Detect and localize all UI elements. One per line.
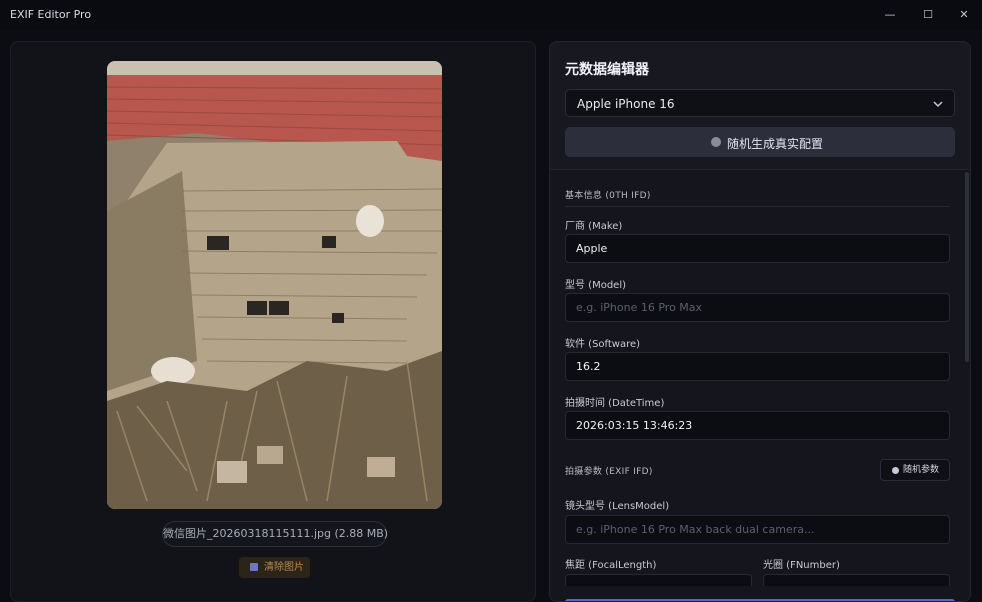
random-params-button[interactable]: 随机参数 — [880, 459, 950, 481]
section-title-basic: 基本信息 (0TH IFD) — [565, 191, 651, 201]
scrollbar[interactable] — [965, 172, 969, 362]
software-input[interactable]: 16.2 — [565, 352, 950, 381]
section-title-capture: 拍摄参数 (EXIF IFD) — [565, 467, 653, 477]
minimize-icon[interactable]: — — [880, 5, 900, 25]
random-config-label: 随机生成真实配置 — [727, 137, 824, 151]
editor-title: 元数据编辑器 — [565, 62, 649, 78]
model-input[interactable]: e.g. iPhone 16 Pro Max — [565, 293, 950, 322]
random-config-button[interactable]: 随机生成真实配置 — [565, 127, 955, 157]
focal-length-label: 焦距 (FocalLength) — [565, 560, 657, 571]
lens-model-input[interactable]: e.g. iPhone 16 Pro Max back dual camera.… — [565, 515, 950, 544]
dice-icon — [892, 467, 899, 474]
close-icon[interactable]: ✕ — [954, 5, 974, 25]
filename-label: 微信图片_20260318115111.jpg (2.88 MB) — [162, 521, 388, 547]
title-bar: EXIF Editor Pro — ☐ ✕ — [0, 0, 982, 30]
software-label: 软件 (Software) — [565, 339, 641, 350]
device-select[interactable]: Apple iPhone 16 — [565, 89, 955, 117]
stop-icon — [250, 563, 258, 571]
editor-panel: 元数据编辑器 Apple iPhone 16 随机生成真实配置 基本信息 (0T… — [549, 41, 971, 602]
make-input[interactable]: Apple — [565, 234, 950, 263]
preview-panel: 微信图片_20260318115111.jpg (2.88 MB) 清除图片 — [10, 41, 536, 602]
photo-preview — [107, 61, 442, 509]
make-label: 厂商 (Make) — [565, 221, 623, 232]
clear-image-button[interactable]: 清除图片 — [239, 557, 310, 578]
photo-image — [107, 61, 442, 509]
fnumber-label: 光圈 (FNumber) — [763, 560, 840, 571]
section-divider — [565, 206, 950, 207]
lens-model-label: 镜头型号 (LensModel) — [565, 501, 670, 512]
focal-length-input[interactable] — [565, 574, 752, 586]
maximize-icon[interactable]: ☐ — [918, 5, 938, 25]
clear-image-label: 清除图片 — [264, 562, 304, 573]
datetime-input[interactable]: 2026:03:15 13:46:23 — [565, 411, 950, 440]
random-params-label: 随机参数 — [903, 465, 940, 475]
chevron-down-icon — [933, 101, 943, 108]
model-label: 型号 (Model) — [565, 280, 627, 291]
device-select-value: Apple iPhone 16 — [577, 97, 675, 111]
datetime-label: 拍摄时间 (DateTime) — [565, 398, 665, 409]
fnumber-input[interactable] — [763, 574, 950, 586]
app-title: EXIF Editor Pro — [10, 8, 92, 21]
dice-icon — [711, 137, 721, 147]
fields-scroll-area[interactable]: 基本信息 (0TH IFD) 厂商 (Make) Apple 型号 (Model… — [550, 170, 970, 601]
